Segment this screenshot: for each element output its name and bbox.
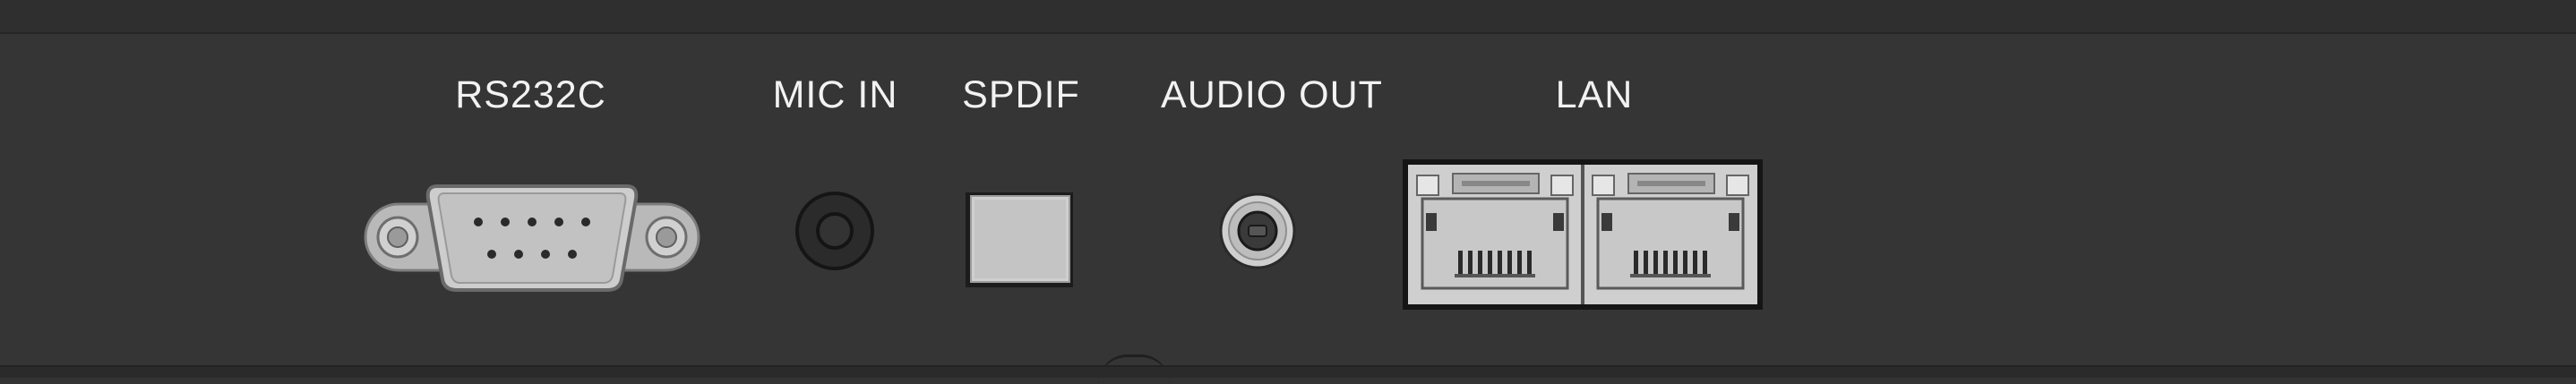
mic-in-label: MIC IN: [772, 73, 898, 116]
panel-top-edge: [0, 0, 2576, 34]
db9-serial-connector-icon[interactable]: [364, 179, 700, 295]
rear-io-panel: RS232C MIC IN SPDIF AUDIO OUT LAN: [0, 0, 2576, 378]
lan-label: LAN: [1555, 73, 1634, 116]
audio-out-label: AUDIO OUT: [1161, 73, 1383, 116]
audio-jack-icon[interactable]: [1218, 190, 1297, 272]
rj45-dual-port-icon[interactable]: [1403, 159, 1763, 310]
mic-jack-icon[interactable]: [794, 190, 876, 272]
spdif-label: SPDIF: [962, 73, 1080, 116]
optical-port-icon[interactable]: [964, 191, 1075, 289]
rs232c-label: RS232C: [455, 73, 606, 116]
